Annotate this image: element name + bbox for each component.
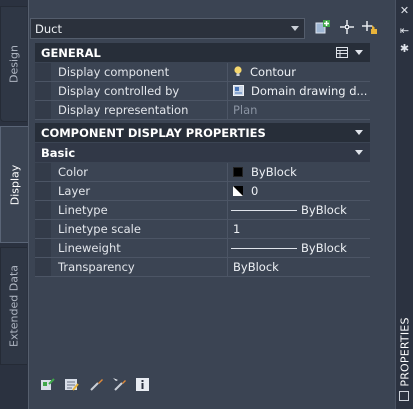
help-info-icon[interactable]	[135, 377, 150, 392]
close-icon[interactable]: ✕	[398, 4, 411, 17]
collapse-caret-icon	[355, 150, 363, 155]
general-section-title: GENERAL	[41, 46, 101, 60]
property-row[interactable]: Display controlled by Domain drawing d..…	[35, 82, 370, 101]
linetype-preview	[231, 210, 297, 211]
property-label: Display component	[58, 65, 170, 79]
property-row: Display representation Plan	[35, 101, 370, 120]
column-divider	[227, 182, 228, 201]
tab-extended-data-label: Extended Data	[7, 264, 21, 348]
property-label: Display controlled by	[58, 84, 180, 98]
color-value[interactable]: ByBlock	[233, 165, 297, 179]
tab-display[interactable]: Display	[0, 126, 28, 243]
property-value[interactable]: Contour	[233, 65, 296, 79]
property-row[interactable]: Linetype ByBlock	[35, 201, 370, 220]
match-properties-icon[interactable]	[89, 377, 104, 392]
linetype-scale-value[interactable]: 1	[233, 222, 240, 236]
component-display-section-title: COMPONENT DISPLAY PROPERTIES	[41, 126, 266, 140]
palette-properties-icon	[399, 391, 409, 401]
color-swatch	[233, 167, 243, 177]
autohide-icon[interactable]: ⇤	[398, 24, 411, 37]
column-divider	[227, 220, 228, 239]
column-divider	[227, 82, 228, 101]
property-label: Lineweight	[58, 241, 121, 255]
property-row[interactable]: Lineweight ByBlock	[35, 239, 370, 258]
lightbulb-icon	[234, 66, 242, 76]
property-label: Color	[58, 165, 89, 179]
layer-value-text: 0	[251, 184, 259, 198]
column-divider	[227, 201, 228, 220]
column-divider	[227, 258, 228, 277]
property-label: Transparency	[58, 260, 135, 274]
pick-properties-icon[interactable]	[112, 377, 127, 392]
tab-design[interactable]: Design	[0, 6, 27, 122]
lineweight-value[interactable]: ByBlock	[231, 241, 347, 255]
component-display-section-header[interactable]: COMPONENT DISPLAY PROPERTIES	[35, 123, 370, 142]
property-row[interactable]: Display component Contour	[35, 63, 370, 82]
property-label: Display representation	[58, 103, 189, 117]
edit-style-icon[interactable]	[40, 377, 55, 392]
settings-icon[interactable]: ✱	[398, 42, 411, 55]
component-properties-grid: Color ByBlock Layer 0 Linetype ByBlock L…	[35, 163, 370, 277]
table-view-icon[interactable]	[336, 47, 348, 61]
display-controlled-by-value: Domain drawing d...	[251, 84, 368, 98]
general-properties-grid: Display component Contour Display contro…	[35, 63, 370, 120]
property-label: Linetype scale	[58, 222, 141, 236]
property-row[interactable]: Transparency ByBlock	[35, 258, 370, 277]
property-label: Linetype	[58, 203, 108, 217]
property-label: Layer	[58, 184, 91, 198]
column-divider	[227, 239, 228, 258]
lineweight-preview	[231, 248, 297, 249]
display-representation-value: Plan	[233, 103, 258, 117]
collapse-caret-icon	[355, 130, 363, 135]
display-component-value: Contour	[250, 65, 296, 79]
layer-value[interactable]: 0	[233, 184, 258, 198]
color-value-text: ByBlock	[251, 165, 297, 179]
layer-swatch-icon	[233, 186, 243, 196]
palette-title-strip: ✕ ⇤ ✱ PROPERTIES	[395, 0, 413, 409]
chevron-down-icon	[291, 26, 299, 31]
palette-title: PROPERTIES	[398, 317, 411, 387]
add-selected-icon[interactable]	[314, 18, 332, 36]
object-type-value: Duct	[35, 22, 62, 36]
tab-design-label: Design	[7, 45, 21, 83]
transparency-value[interactable]: ByBlock	[233, 260, 279, 274]
column-divider	[227, 163, 228, 182]
drawing-default-icon	[233, 85, 244, 96]
column-divider	[227, 63, 228, 82]
object-type-dropdown[interactable]: Duct	[30, 18, 305, 39]
linetype-value[interactable]: ByBlock	[231, 203, 347, 217]
select-objects-icon[interactable]	[338, 18, 356, 36]
lineweight-value-text: ByBlock	[301, 241, 347, 255]
left-tab-strip: Design Display Extended Data	[0, 0, 28, 409]
collapse-caret-icon	[355, 50, 363, 55]
property-value[interactable]: Domain drawing d...	[233, 84, 367, 98]
basic-subsection-title: Basic	[41, 146, 76, 160]
property-row[interactable]: Linetype scale 1	[35, 220, 370, 239]
tab-separator	[28, 0, 29, 409]
general-section-header[interactable]: GENERAL	[35, 43, 370, 62]
property-row[interactable]: Color ByBlock	[35, 163, 370, 182]
property-row[interactable]: Layer 0	[35, 182, 370, 201]
quick-select-icon[interactable]	[361, 18, 379, 36]
tab-extended-data[interactable]: Extended Data	[0, 247, 27, 365]
tab-display-label: Display	[8, 164, 21, 205]
basic-subsection-header[interactable]: Basic	[35, 143, 370, 162]
display-properties-icon[interactable]	[64, 377, 79, 392]
column-divider	[227, 101, 228, 120]
linetype-value-text: ByBlock	[301, 203, 347, 217]
